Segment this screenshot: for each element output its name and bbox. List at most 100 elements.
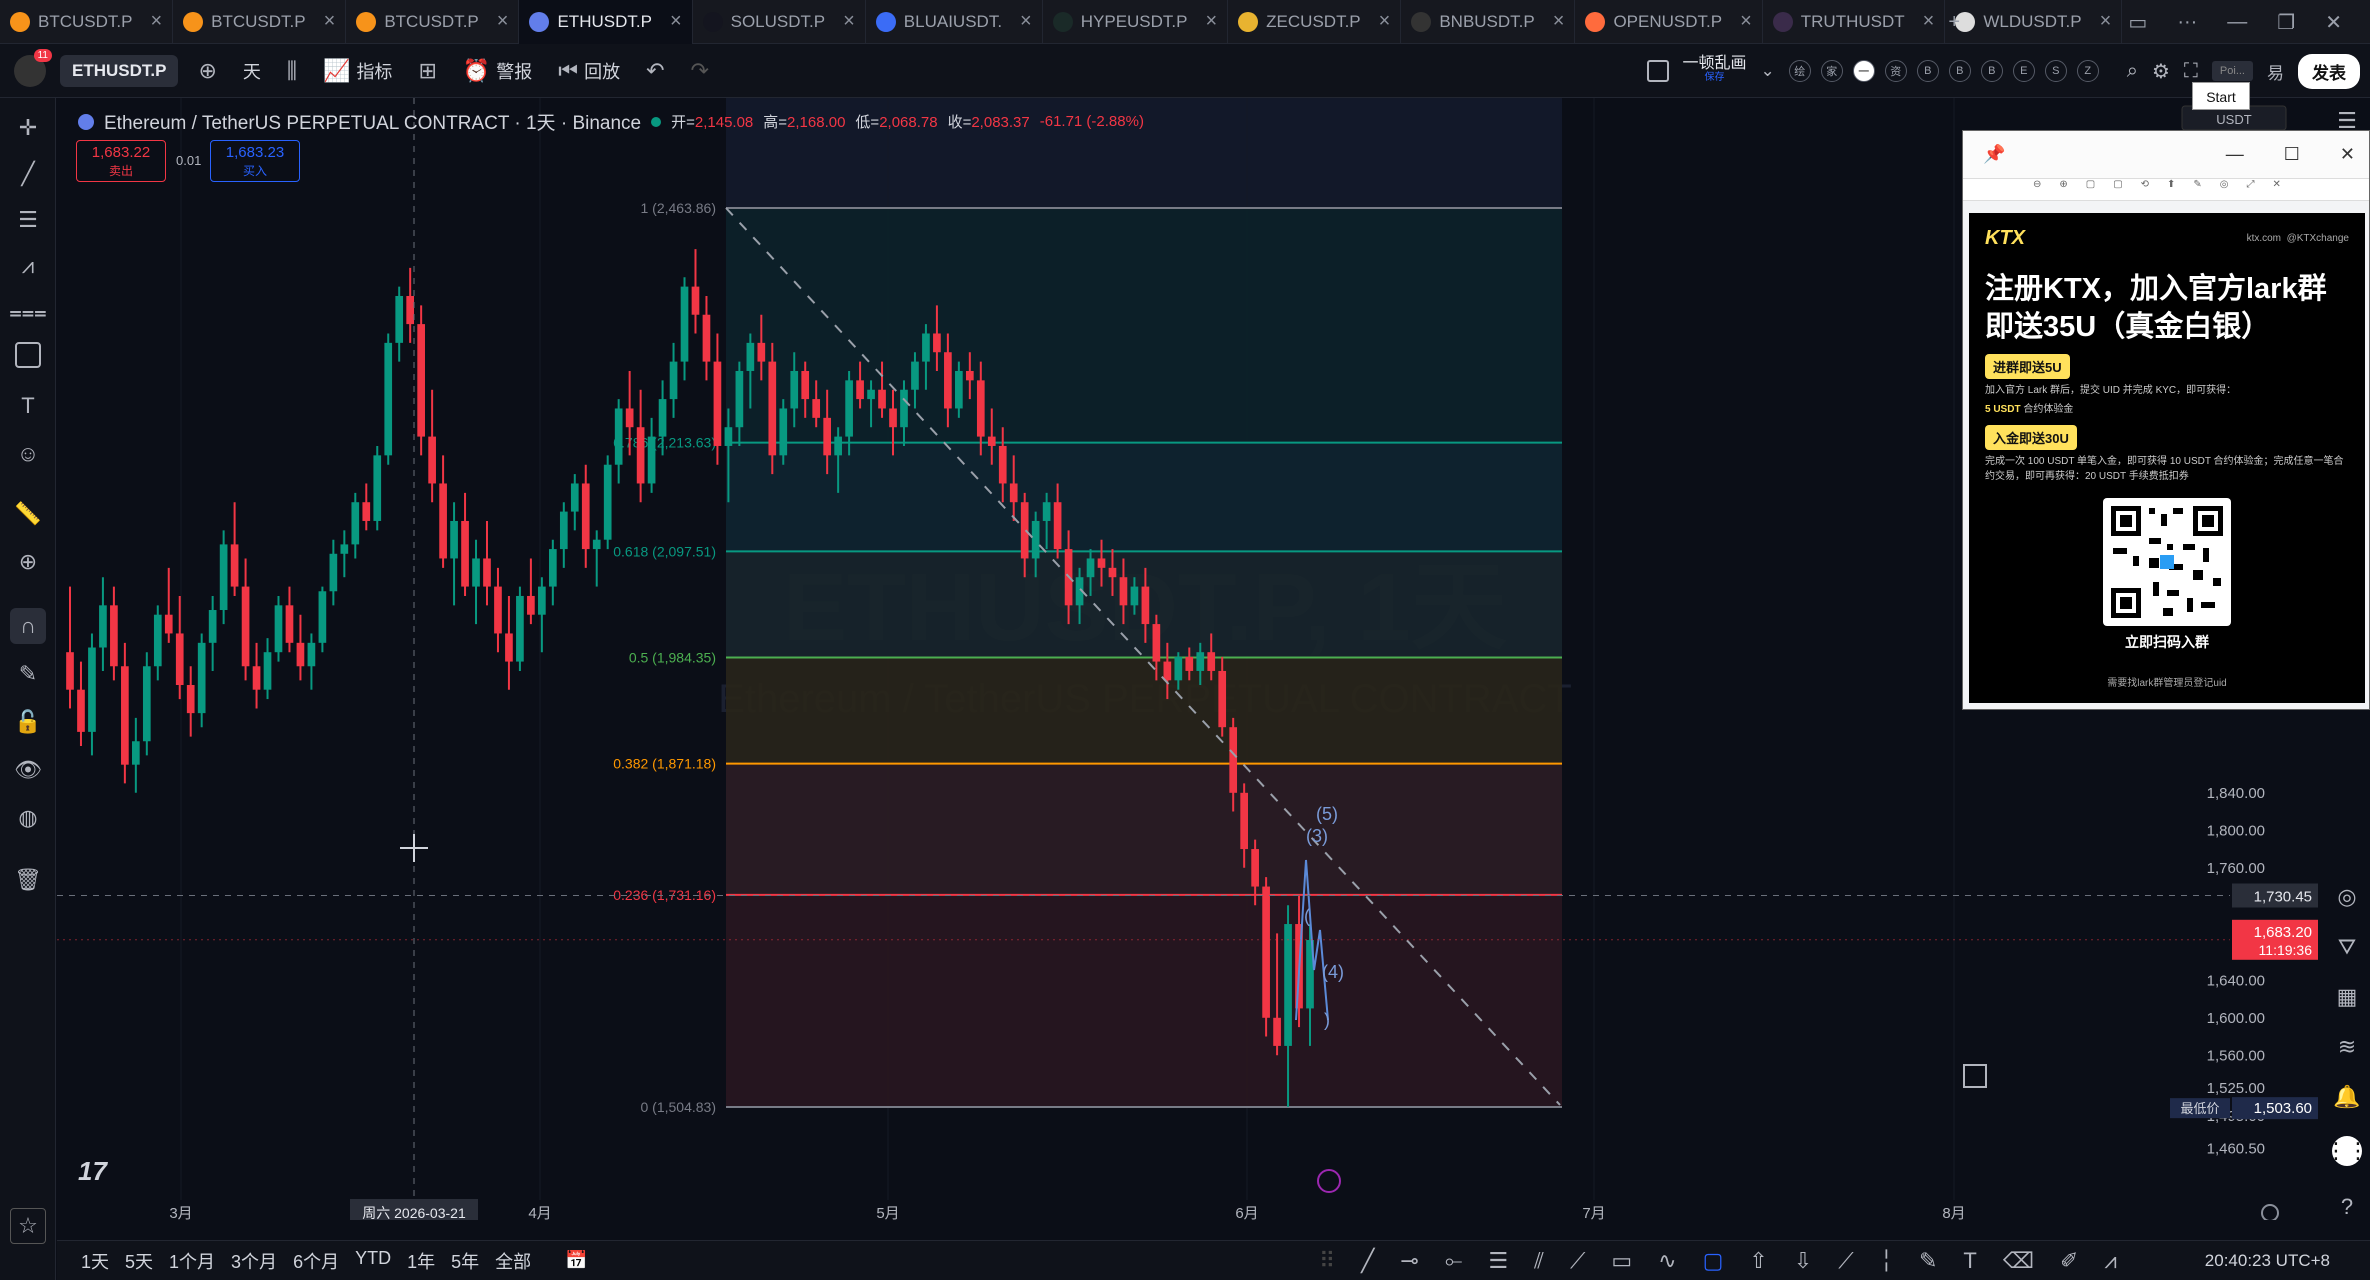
range-button[interactable]: YTD	[355, 1248, 391, 1274]
start-tooltip[interactable]: Start	[2192, 82, 2250, 110]
add-compare-icon[interactable]: ⊕	[192, 58, 222, 84]
calendar-icon[interactable]: ▦	[2332, 982, 2362, 1012]
settings-icon[interactable]: ⚙	[2152, 59, 2170, 84]
tab-bluaiusdt-5[interactable]: BLUAIUSDT. ×	[866, 0, 1043, 44]
pin-icon[interactable]: 📌	[1983, 144, 2005, 165]
symbol-search-button[interactable]: ETHUSDT.P	[60, 54, 179, 87]
tab-truthusdt-10[interactable]: TRUTHUSDT ×	[1763, 0, 1946, 44]
plus-icon[interactable]: +	[1948, 11, 1960, 34]
range-button[interactable]: 5年	[451, 1248, 479, 1274]
tab-close-icon[interactable]: ×	[150, 10, 162, 33]
popup-minimize-icon[interactable]: —	[2226, 144, 2244, 165]
quick-button-6[interactable]: B	[1980, 60, 2003, 82]
trend-line-icon[interactable]: ╱	[12, 158, 44, 190]
hline-fav-icon[interactable]: ⊸	[1400, 1248, 1418, 1274]
popup-close-icon[interactable]: ✕	[2340, 144, 2355, 165]
tab-close-icon[interactable]: ×	[1205, 10, 1217, 33]
magnet-icon[interactable]: ∩	[10, 608, 46, 644]
pen-fav-icon[interactable]: ✎	[1919, 1248, 1937, 1274]
replay-button[interactable]: ⏮ 回放	[552, 58, 626, 84]
star-icon[interactable]: ☆	[10, 1208, 46, 1244]
ideas-icon[interactable]: ≋	[2332, 1032, 2362, 1062]
more-icon[interactable]: ···	[2177, 11, 2197, 34]
tab-btcusdtp-0[interactable]: BTCUSDT.P ×	[0, 0, 174, 44]
vline-fav-icon[interactable]: ╎	[1880, 1248, 1893, 1274]
tab-close-icon[interactable]: ×	[1740, 10, 1752, 33]
candle-type-icon[interactable]: ⫼	[281, 58, 303, 84]
emoji-icon[interactable]: ☺	[12, 438, 44, 470]
indicators-button[interactable]: 📈 指标	[317, 58, 398, 84]
path-fav-icon[interactable]: ⟋	[1838, 1248, 1853, 1274]
quick-button-8[interactable]: S	[2044, 60, 2067, 82]
fib-icon[interactable]: ⩶	[9, 296, 47, 328]
cast-icon[interactable]: ▭	[2128, 10, 2147, 35]
redo-icon[interactable]: ↷	[685, 58, 715, 84]
alert-button[interactable]: ⏰ 警报	[457, 58, 538, 84]
help-icon[interactable]: ?	[2332, 1192, 2362, 1222]
fullscreen-icon[interactable]: ⛶	[2184, 60, 2198, 83]
search-hint[interactable]: Poi...	[2211, 61, 2253, 81]
range-button[interactable]: 1年	[407, 1248, 435, 1274]
brush-fav-icon[interactable]: ⟋	[1570, 1248, 1585, 1274]
rectangle-fav-icon[interactable]: ▢	[1703, 1248, 1724, 1274]
horizontal-lines-icon[interactable]: ☰	[12, 204, 44, 236]
tab-close-icon[interactable]: ×	[843, 10, 855, 33]
ray-fav-icon[interactable]: ⟜	[1445, 1248, 1463, 1274]
popup-maximize-icon[interactable]: ☐	[2284, 144, 2300, 165]
tab-close-icon[interactable]: ×	[2100, 10, 2112, 33]
tab-close-icon[interactable]: ×	[1553, 10, 1565, 33]
tab-close-icon[interactable]: ×	[1020, 10, 1032, 33]
quick-button-7[interactable]: E	[2012, 60, 2035, 82]
tab-zecusdtp-7[interactable]: ZECUSDT.P ×	[1228, 0, 1402, 44]
eye-icon[interactable]: 👁	[12, 754, 44, 786]
arrow-down-fav-icon[interactable]: ⇩	[1794, 1248, 1812, 1274]
minimize-icon[interactable]: —	[2227, 11, 2247, 34]
tab-close-icon[interactable]: ×	[670, 10, 682, 33]
undo-icon[interactable]: ↶	[640, 58, 670, 84]
trade-label[interactable]: 易	[2267, 59, 2284, 84]
chevron-down-icon[interactable]: ⌄	[1761, 61, 1775, 81]
tab-btcusdtp-2[interactable]: BTCUSDT.P ×	[346, 0, 520, 44]
restore-icon[interactable]: ❐	[2277, 10, 2295, 35]
layout-templates-icon[interactable]: ⊞	[412, 58, 442, 84]
arrow-up-fav-icon[interactable]: ⇧	[1749, 1248, 1767, 1274]
quick-button-9[interactable]: Z	[2076, 60, 2099, 82]
fib-fav-icon[interactable]: ☰	[1488, 1248, 1508, 1274]
quick-button-3[interactable]: 资	[1884, 60, 1907, 82]
crosshair-icon[interactable]: ✛	[12, 112, 44, 144]
date-range-icon[interactable]: 📅	[565, 1250, 587, 1271]
fullscreen-box-icon[interactable]	[1646, 60, 1669, 82]
target-icon[interactable]: ◎	[2332, 882, 2362, 912]
trash-icon[interactable]: 🗑	[12, 864, 44, 896]
publish-button[interactable]: 发表	[2298, 53, 2360, 89]
quick-button-5[interactable]: B	[1948, 60, 1971, 82]
range-button[interactable]: 全部	[495, 1248, 531, 1274]
tab-bnbusdtp-8[interactable]: BNBUSDT.P ×	[1401, 0, 1576, 44]
interval-button[interactable]: 天	[237, 58, 267, 84]
tab-btcusdtp-1[interactable]: BTCUSDT.P ×	[173, 0, 347, 44]
rectangle-icon[interactable]	[15, 342, 41, 368]
tab-wldusdtp-11[interactable]: WLDUSDT.P ×	[1945, 0, 2123, 44]
trend-line-fav-icon[interactable]: ╱	[1361, 1248, 1374, 1274]
text-icon[interactable]: T	[12, 390, 44, 422]
ktx-ad[interactable]: KTX ktx.com @KTXchange 注册KTX，加入官方lark群即送…	[1969, 213, 2365, 703]
tab-close-icon[interactable]: ×	[324, 10, 336, 33]
close-window-icon[interactable]: ✕	[2325, 10, 2342, 35]
quick-button-1[interactable]: 家	[1820, 60, 1843, 82]
highlighter-fav-icon[interactable]: ✐	[2060, 1248, 2078, 1274]
callout-fav-icon[interactable]: ▭	[1611, 1248, 1632, 1274]
tab-hypeusdtp-6[interactable]: HYPEUSDT.P ×	[1043, 0, 1229, 44]
eraser-fav-icon[interactable]: ⌫	[2003, 1248, 2034, 1274]
quick-button-0[interactable]: 绘	[1788, 60, 1811, 82]
tab-close-icon[interactable]: ×	[497, 10, 509, 33]
range-button[interactable]: 1天	[81, 1248, 109, 1274]
quick-button-2[interactable]: 一	[1852, 60, 1875, 82]
avatar[interactable]: 11	[14, 48, 52, 87]
zoom-in-icon[interactable]: ⊕	[12, 546, 44, 578]
range-button[interactable]: 5天	[125, 1248, 153, 1274]
tab-close-icon[interactable]: ×	[1379, 10, 1391, 33]
tab-solusdtp-4[interactable]: SOLUSDT.P ×	[693, 0, 866, 44]
range-button[interactable]: 1个月	[169, 1248, 215, 1274]
tab-openusdtp-9[interactable]: OPENUSDT.P ×	[1575, 0, 1763, 44]
notifications-icon[interactable]: 🔔	[2332, 1082, 2362, 1112]
